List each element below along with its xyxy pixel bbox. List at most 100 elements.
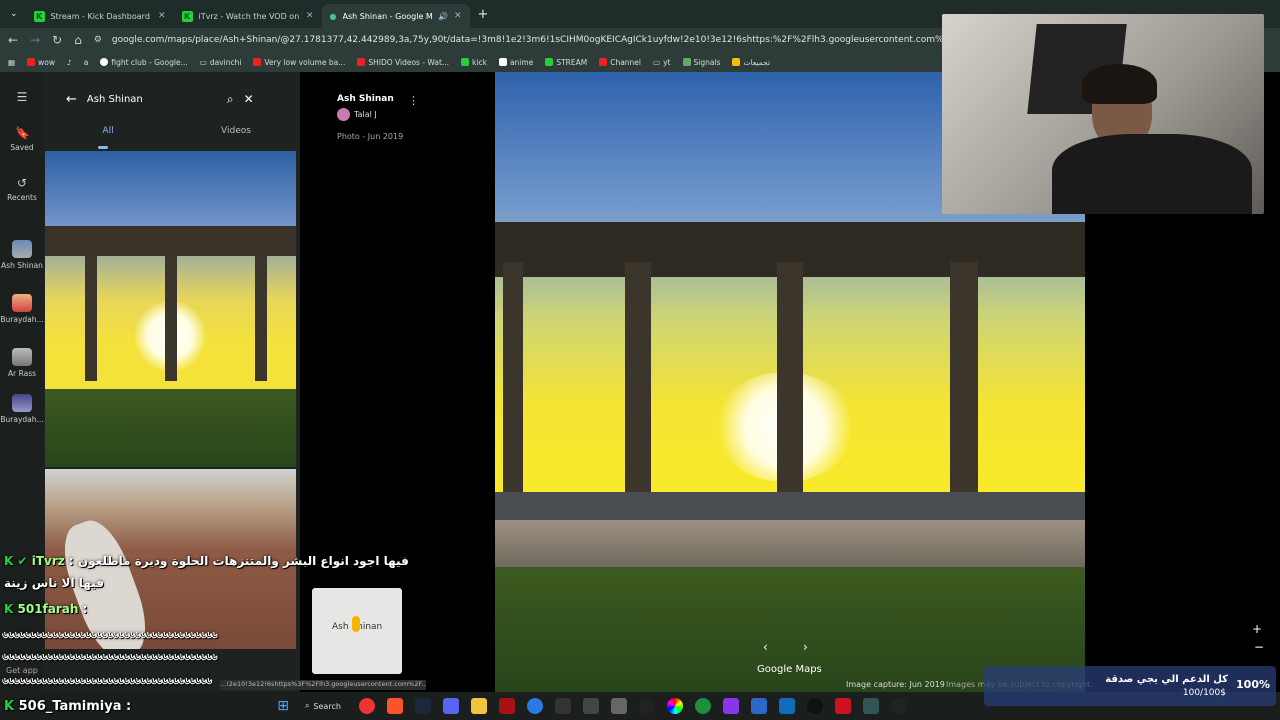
app-icon[interactable] [610,698,627,714]
bookmark-tiktok-icon[interactable]: ♪ [67,58,72,67]
photo-place-title: Ash Shinan [337,94,394,104]
app-icon[interactable] [750,698,767,714]
kick-icon: K [33,10,45,22]
brave-icon[interactable] [386,698,403,714]
place-thumbnail [12,294,32,312]
status-url-bar: ...!2e10!3e12!6shttps%3F%2Flh3.googleuse… [220,680,426,690]
history-icon: ↺ [16,176,28,190]
zoom-out-icon[interactable]: − [1254,640,1264,654]
kick-icon: K [181,10,193,22]
close-icon[interactable]: ✕ [158,11,166,21]
close-icon[interactable]: ✕ [244,92,254,106]
xbox-icon[interactable] [694,698,711,714]
donation-goal-overlay: كل الدعم الي يجي صدقة 100/100$ 100% [984,666,1276,706]
more-options-icon[interactable]: ⋮ [408,94,419,107]
taskbar-search[interactable]: ⌕ Search [305,701,341,711]
url-input[interactable]: google.com/maps/place/Ash+Shinan/@27.178… [112,35,1082,45]
obs-icon[interactable] [638,698,655,714]
app-icon[interactable] [862,698,879,714]
tab-videos[interactable]: Videos [172,126,300,150]
menu-button[interactable]: ☰ [0,90,44,107]
app-icon[interactable] [834,698,851,714]
search-icon: ⌕ [304,701,310,710]
app-icon[interactable] [890,698,907,714]
home-icon[interactable]: ⌂ [74,33,82,47]
image-capture-date: Image capture: Jun 2019 [846,680,945,689]
bookmark-item[interactable]: STREAM [545,58,587,67]
place-thumbnail [12,240,32,258]
app-icon[interactable] [498,698,515,714]
file-explorer-icon[interactable] [470,698,487,714]
zoom-in-icon[interactable]: + [1252,622,1262,636]
rail-place-buraydah-2[interactable]: Buraydah... [0,394,44,424]
tab-google-maps[interactable]: ● Ash Shinan - Google Maps 🔊 ✕ [321,4,470,28]
photo-date: Photo - Jun 2019 [337,132,404,141]
tab-kick-vod[interactable]: K iTvrz - Watch the VOD on Kick ✕ [174,4,322,28]
chrome-icon[interactable] [358,698,375,714]
webcam-overlay [942,14,1264,214]
photo-thumbnail[interactable] [45,151,296,467]
folder-icon: ▭ [199,57,207,67]
kick-badge-icon: K [4,602,14,616]
bookmark-item[interactable]: anime [498,58,533,67]
bookmark-item[interactable]: Signals [682,58,720,67]
discord-icon[interactable] [442,698,459,714]
reload-icon[interactable]: ↻ [52,33,62,47]
chat-message: K ✔ iTvrz : فيها اجود انواع البشر والمتن… [4,554,409,568]
app-icon[interactable] [554,698,571,714]
rail-place-ar-rass[interactable]: Ar Rass [0,348,44,378]
donation-percent: 100% [1236,678,1270,691]
apps-grid-icon[interactable]: ▦ [8,58,15,67]
rail-place-ash-shinan[interactable]: Ash Shinan [0,240,44,270]
search-icon[interactable]: ⌕ [227,92,234,107]
donation-text: كل الدعم الي يجي صدقة [1105,674,1228,685]
back-arrow-icon[interactable]: ← [66,92,77,107]
bookmark-item[interactable]: kick [461,58,487,67]
app-icon[interactable] [526,698,543,714]
donation-progress: 100/100$ [1182,688,1226,698]
bookmark-folder[interactable]: ▭ davinchi [200,58,242,67]
steam-icon[interactable] [414,698,431,714]
app-icon[interactable] [806,698,823,714]
bookmark-item[interactable]: SHIDO Videos - Wat... [357,58,449,67]
terminal-icon[interactable] [582,698,599,714]
bookmark-item[interactable]: Channel [599,58,641,67]
rail-recents[interactable]: ↺ Recents [0,176,44,202]
google-maps-logo: Google Maps [757,664,822,675]
bookmark-item[interactable]: Very low volume ba... [253,58,345,67]
prev-photo-icon[interactable]: ‹ [763,640,768,654]
bookmark-amazon-icon[interactable]: a [84,58,89,67]
app-icon[interactable] [722,698,739,714]
windows-start-icon[interactable]: ⊞ [277,698,289,714]
photo-author[interactable]: Talal J [354,110,377,119]
search-input[interactable]: Ash Shinan [87,94,217,105]
forward-icon[interactable]: → [30,33,40,47]
app-icon[interactable] [778,698,795,714]
next-photo-icon[interactable]: › [803,640,808,654]
speaker-icon[interactable]: 🔊 [438,12,448,21]
site-info-icon[interactable]: ⚙ [94,35,102,45]
tab-list-chevron-icon[interactable]: ⌄ [10,9,18,19]
back-icon[interactable]: ← [8,33,18,47]
photo-tabs: All Videos [44,126,300,150]
rail-saved[interactable]: 🔖 Saved [0,126,44,152]
chat-message: K 506_Tamimiya : [4,698,132,714]
close-icon[interactable]: ✕ [454,11,462,21]
tab-all[interactable]: All [44,126,172,150]
bookmark-folder[interactable]: ▭ yt [653,58,670,67]
hamburger-menu-icon: ☰ [16,90,28,104]
kick-badge-icon: K [4,698,15,714]
new-tab-icon[interactable]: + [478,7,489,22]
tab-kick-dashboard[interactable]: K Stream - Kick Dashboard ✕ [26,4,174,28]
bookmark-icon: 🔖 [15,126,30,140]
close-icon[interactable]: ✕ [306,11,314,21]
app-icon[interactable] [666,698,683,714]
bookmark-item[interactable]: fight club - Google... [100,58,188,67]
bookmark-item[interactable]: wow [27,58,55,67]
bookmark-item[interactable]: تجميعات [732,58,770,67]
kick-badge-icon: K ✔ [4,554,28,568]
chat-message: فيها الا ناس زينة [4,576,104,590]
rail-place-buraydah[interactable]: Buraydah... [0,294,44,324]
chat-message: K 501farah : [4,602,88,616]
avatar [337,108,350,121]
